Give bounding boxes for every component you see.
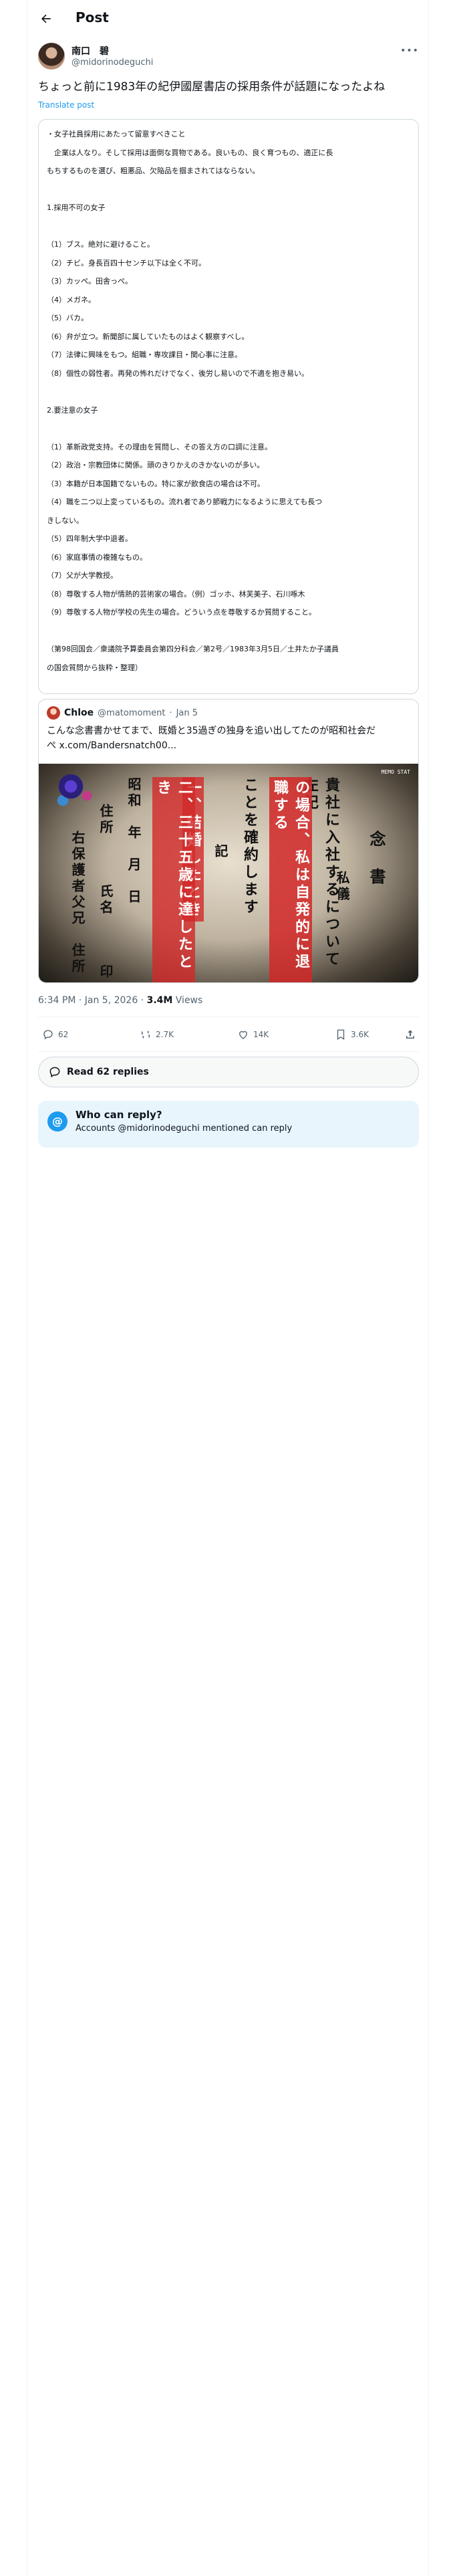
card-line: （7）父が大学教授。 (47, 571, 118, 580)
back-button[interactable] (37, 9, 55, 28)
card-line: 1.採用不可の女子 (47, 203, 106, 212)
card-line: （5）バカ。 (47, 314, 88, 322)
like-count: 14K (253, 1030, 269, 1039)
reply-count: 62 (58, 1030, 69, 1039)
who-can-reply-subtitle: Accounts @midorinodeguchi mentioned can … (76, 1123, 293, 1134)
views-count: 3.4M (146, 995, 173, 1006)
bookmark-count: 3.6K (351, 1030, 369, 1039)
repost-button[interactable]: 2.7K (140, 1029, 174, 1041)
read-replies-label: Read 62 replies (67, 1067, 149, 1077)
card-line: きしない。 (47, 516, 84, 525)
post-column: Post 南口 碧 @midorinodeguchi ••• ちょっと前に198… (27, 0, 429, 2576)
pledge-line-3: の場合、私は自発的に退職する (269, 777, 312, 982)
reply-icon (49, 1067, 60, 1077)
card-line: （7）法律に興味をもつ。組職・専攻課目・関心事に注意。 (47, 350, 243, 359)
reply-button[interactable]: 62 (42, 1029, 68, 1041)
tweet-text: ちょっと前に1983年の紀伊國屋書店の採用条件が話題になったよね (38, 80, 386, 94)
pledge-line-10: 右保護者父兄 住所 (69, 831, 86, 975)
quoted-post-header: Chloe @matomoment · Jan 5 (47, 706, 198, 720)
card-line: （3）カッペ。田舎っぺ。 (47, 277, 132, 286)
quoted-date: Jan 5 (176, 708, 198, 718)
heart-icon (239, 1031, 247, 1039)
views-label: Views (172, 995, 203, 1006)
who-can-reply-title: Who can reply? (76, 1109, 162, 1121)
card-line: （8）尊敬する人物が情熱的芸術家の場合。（例）ゴッホ、林芙美子、石川啄木 (47, 589, 305, 599)
avatar[interactable] (38, 43, 65, 70)
pledge-line-9: 住所 氏名 印 (98, 804, 114, 980)
card-line (47, 622, 410, 641)
action-bar: 62 2.7K 14K 3.6K (38, 1022, 419, 1049)
card-line: （5）四年制大学中退者。 (47, 534, 132, 543)
card-line: （第98回国会／衆議院予算委員会第四分科会／第2号／1983年3月5日／土井たか… (47, 645, 339, 653)
card-line: （6）弁が立つ。新聞部に属していたものはよく観察すべし。 (47, 332, 249, 341)
card-line: （8）個性の弱性者。再発の怖れだけでなく、後労し易いので不適を抱き易い。 (47, 368, 309, 378)
at-sign-icon: @ (47, 1111, 67, 1132)
card-line: （1）ブス。絶対に避けること。 (47, 240, 154, 249)
card-line: （4）職を二つ以上変っているもの。流れ者であり節戦力になるように思えても長つ (47, 498, 323, 506)
media-corner-tag: MEMO STAT (381, 769, 410, 775)
quoted-post[interactable]: Chloe @matomoment · Jan 5 こんな念書書かせてまで、既婚… (38, 699, 419, 983)
pledge-line-7: 二、三十五歳に達したとき (152, 777, 195, 982)
pledge-line-5: 記 (212, 844, 229, 860)
top-bar: Post (27, 0, 430, 37)
bookmark-button[interactable]: 3.6K (335, 1029, 369, 1041)
pledge-line-4: ことを確約します (241, 777, 259, 916)
quoted-author-name: Chloe (64, 708, 94, 718)
share-icon (406, 1030, 414, 1039)
card-line: （9）尊敬する人物が学校の先生の場合。どういう点を尊敬するか質問すること。 (47, 608, 316, 617)
quoted-text: こんな念書書かせてまで、既婚と35過ぎの独身を追い出してたのが昭和社会だ ぺ x… (47, 724, 408, 753)
quoted-text-line-2: ぺ x.com/Bandersnatch00... (47, 740, 177, 751)
quoted-media-image[interactable]: MEMO STAT 念 書 私儀 貴社に入社するについて左記 の場合、私は自発的… (39, 764, 418, 982)
card-line: （3）本籍が日本国籍でないもの。特に家が飲食店の場合は不可。 (47, 479, 265, 488)
quoted-text-line-1: こんな念書書かせてまで、既婚と35過ぎの独身を追い出してたのが昭和社会だ (47, 726, 376, 736)
repost-icon (142, 1031, 150, 1039)
card-line: （1）革新政党支持。その理由を質問し、その答え方の口調に注意。 (47, 442, 272, 451)
repost-count: 2.7K (156, 1030, 174, 1039)
card-line (47, 181, 410, 199)
reply-icon (43, 1030, 53, 1040)
divider (38, 1051, 419, 1052)
card-line (47, 383, 410, 401)
post-timestamp[interactable]: 6:34 PM · Jan 5, 2026 · (38, 995, 147, 1006)
dot-separator: · (169, 708, 172, 718)
divider (38, 1016, 419, 1017)
attached-text-card: ・女子社員採用にあたって留意すべきこと 企業は人なり。そして採用は面倒な買物であ… (38, 119, 419, 694)
author-row: 南口 碧 @midorinodeguchi ••• (38, 43, 419, 76)
flower-logo-icon (49, 768, 103, 815)
post-metadata: 6:34 PM · Jan 5, 2026 · 3.4M Views (38, 995, 202, 1006)
author-handle[interactable]: @midorinodeguchi (71, 58, 153, 68)
like-button[interactable]: 14K (237, 1029, 269, 1041)
card-line (47, 419, 410, 438)
more-options-icon[interactable]: ••• (400, 45, 419, 59)
card-line: 企業は人なり。そして採用は面倒な買物である。良いもの、良く育つもの、適正に長 (47, 148, 333, 157)
page-title: Post (76, 9, 109, 25)
arrow-left-icon (41, 14, 51, 23)
card-line: （2）政治・宗教団体に関係。頭のきりかえのきかないのが多い。 (47, 461, 265, 469)
pledge-title: 念 書 (367, 831, 386, 887)
author-name[interactable]: 南口 碧 (71, 44, 109, 58)
pledge-line-8: 昭和 年 月 日 (126, 777, 142, 905)
card-line: ・女子社員採用にあたって留意すべきこと (47, 130, 186, 138)
read-replies-button[interactable]: Read 62 replies (38, 1057, 419, 1087)
card-line: （4）メガネ。 (47, 295, 96, 304)
card-line: （2）チビ。身長百四十センチ以下は全く不可。 (47, 258, 206, 267)
quoted-avatar (47, 706, 60, 720)
card-line (47, 217, 410, 236)
who-can-reply-banner: @ Who can reply? Accounts @midorinodeguc… (38, 1101, 419, 1148)
translate-link[interactable]: Translate post (38, 100, 94, 110)
card-line: 2.要注意の女子 (47, 405, 98, 415)
card-line: （6）家庭事情の複雑なもの。 (47, 552, 147, 562)
share-button[interactable] (404, 1029, 416, 1041)
bookmark-icon (337, 1029, 345, 1041)
card-line: もちするものを選び、粗悪品、欠陥品を掴まされてはならない。 (47, 167, 260, 175)
quoted-author-handle: @matomoment (98, 708, 166, 718)
card-line: の国会質問から抜粋・整理） (47, 663, 142, 672)
